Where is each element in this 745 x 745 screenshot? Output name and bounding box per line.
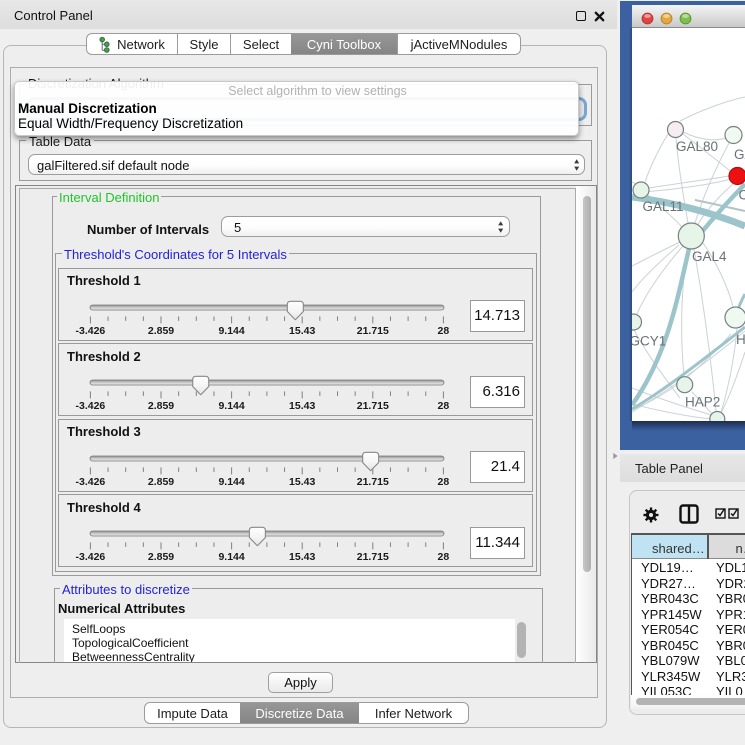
svg-text:21.715: 21.715	[357, 476, 389, 488]
svg-text:15.43: 15.43	[289, 400, 315, 412]
svg-text:2.859: 2.859	[148, 400, 174, 412]
svg-text:9.144: 9.144	[218, 325, 244, 337]
svg-text:GCY1: GCY1	[632, 334, 666, 349]
svg-text:9.144: 9.144	[218, 476, 244, 488]
svg-text:GAL4: GAL4	[692, 249, 727, 264]
svg-text:21.715: 21.715	[357, 400, 389, 412]
svg-text:28: 28	[438, 476, 450, 488]
svg-text:GAL11: GAL11	[643, 199, 684, 214]
svg-text:28: 28	[438, 400, 450, 412]
svg-text:28: 28	[438, 325, 450, 337]
svg-text:9.144: 9.144	[218, 400, 244, 412]
svg-text:28: 28	[438, 551, 450, 563]
svg-text:21.715: 21.715	[357, 551, 389, 563]
svg-text:2.859: 2.859	[148, 325, 174, 337]
svg-text:-3.426: -3.426	[76, 325, 106, 337]
svg-text:15.43: 15.43	[289, 476, 315, 488]
svg-text:H: H	[736, 332, 745, 347]
svg-text:-3.426: -3.426	[76, 551, 106, 563]
svg-text:C: C	[739, 188, 745, 203]
svg-text:2.859: 2.859	[148, 476, 174, 488]
svg-text:15.43: 15.43	[289, 325, 315, 337]
svg-text:2.859: 2.859	[148, 551, 174, 563]
svg-text:GAL80: GAL80	[676, 139, 718, 154]
svg-text:21.715: 21.715	[357, 325, 389, 337]
svg-text:GA: GA	[734, 147, 745, 162]
svg-text:9.144: 9.144	[218, 551, 244, 563]
svg-text:-3.426: -3.426	[76, 400, 106, 412]
svg-text:HAP2: HAP2	[685, 395, 720, 410]
svg-text:15.43: 15.43	[289, 551, 315, 563]
svg-text:-3.426: -3.426	[76, 476, 106, 488]
